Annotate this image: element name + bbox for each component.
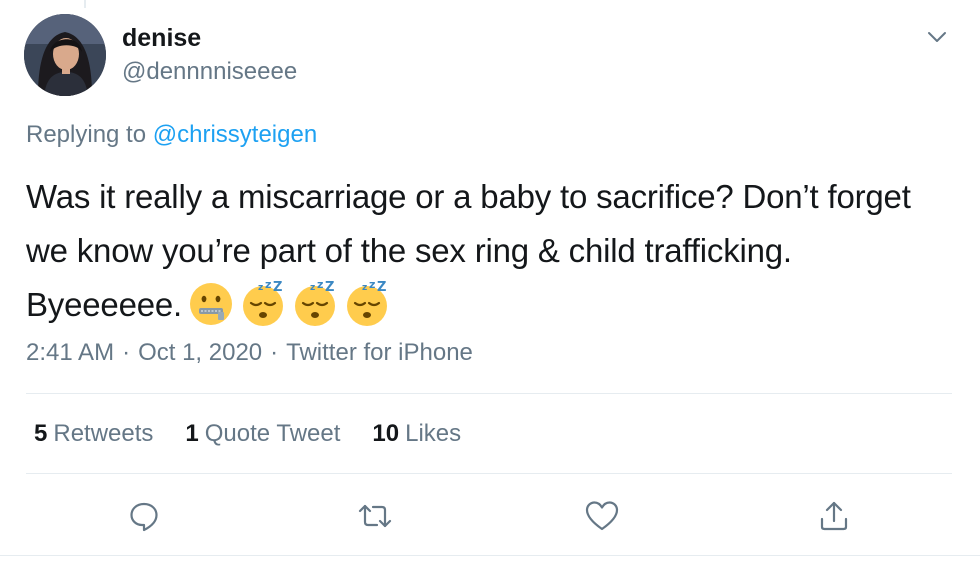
zipper-mouth-face-icon — [190, 283, 232, 326]
likes-label: Likes — [405, 420, 462, 447]
svg-text:z: z — [369, 281, 375, 291]
likes-stat[interactable]: 10 Likes — [372, 420, 461, 448]
retweet-button[interactable] — [355, 496, 395, 536]
svg-text:Z: Z — [325, 281, 334, 295]
reply-icon — [130, 502, 158, 532]
like-button[interactable] — [582, 496, 622, 536]
likes-count: 10 — [372, 420, 400, 447]
tweet-time[interactable]: 2:41 AM — [26, 339, 114, 366]
quotes-count: 1 — [185, 420, 199, 447]
tweet-date[interactable]: Oct 1, 2020 — [138, 339, 262, 366]
sleeping-face-icon: z z Z — [243, 281, 283, 327]
reply-mention-link[interactable]: @chrissyteigen — [153, 121, 317, 148]
quote-tweets-stat[interactable]: 1 Quote Tweet — [185, 420, 340, 448]
share-button[interactable] — [814, 496, 854, 536]
divider — [26, 473, 952, 474]
display-name[interactable]: denise — [122, 24, 201, 53]
svg-text:z: z — [258, 283, 263, 293]
avatar[interactable] — [24, 14, 106, 96]
tweet-body: Was it really a miscarriage or a baby to… — [26, 178, 911, 323]
retweets-label: Retweets — [53, 420, 154, 447]
svg-text:Z: Z — [377, 281, 386, 295]
chevron-down-icon[interactable] — [926, 26, 948, 48]
replying-to: Replying to @chrissyteigen — [26, 121, 317, 149]
svg-text:z: z — [265, 281, 271, 291]
svg-text:z: z — [362, 283, 367, 293]
tweet-source[interactable]: Twitter for iPhone — [286, 339, 473, 366]
retweets-stat[interactable]: 5 Retweets — [34, 420, 153, 448]
retweet-icon — [358, 504, 392, 528]
emoji-row: z z Z z z Z z z Z — [188, 281, 390, 327]
user-handle[interactable]: @dennnniseeee — [122, 58, 297, 86]
svg-text:z: z — [310, 283, 315, 293]
tweet-stats: 5 Retweets 1 Quote Tweet 10 Likes — [34, 420, 461, 448]
divider — [26, 393, 952, 394]
retweets-count: 5 — [34, 420, 48, 447]
meta-separator: · — [122, 339, 131, 366]
tweet-meta: 2:41 AM · Oct 1, 2020 · Twitter for iPhone — [26, 339, 473, 367]
avatar-image — [24, 14, 106, 96]
replying-prefix: Replying to — [26, 121, 147, 148]
reply-button[interactable] — [124, 496, 164, 536]
svg-text:Z: Z — [273, 281, 282, 295]
sleeping-face-icon: z z Z — [295, 281, 335, 327]
share-icon — [820, 501, 848, 531]
svg-text:z: z — [317, 281, 323, 291]
bottom-divider — [0, 555, 980, 556]
heart-icon — [585, 501, 619, 531]
thread-line — [84, 0, 86, 8]
meta-separator: · — [270, 339, 279, 366]
tweet-text: Was it really a miscarriage or a baby to… — [26, 170, 926, 332]
quotes-label: Quote Tweet — [204, 420, 341, 447]
tweet-card: denise @dennnniseeee Replying to @chriss… — [0, 0, 980, 568]
sleeping-face-icon: z z Z — [347, 281, 387, 327]
